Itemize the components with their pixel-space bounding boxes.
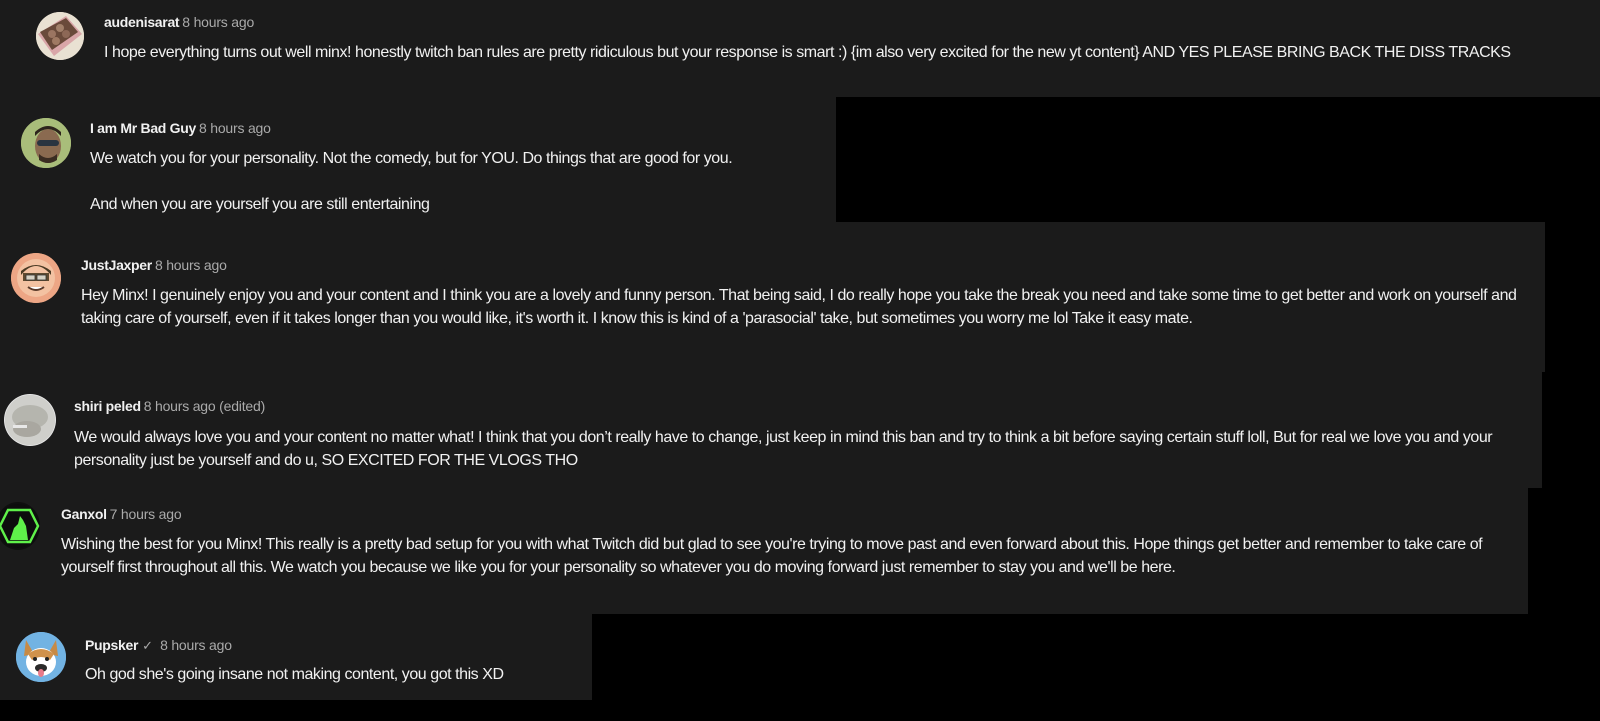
comment-text: We watch you for your personality. Not t… (90, 150, 733, 213)
comment-text: We would always love you and your conten… (74, 429, 1497, 469)
comment-text: I hope everything turns out well minx! h… (104, 44, 1511, 61)
comment-author[interactable]: Ganxol (61, 506, 107, 522)
comment-timestamp[interactable]: 8 hours ago (edited) (144, 398, 266, 414)
comment-text: Wishing the best for you Minx! This real… (61, 536, 1487, 576)
cartoon-face-avatar-icon[interactable] (11, 253, 61, 303)
verified-check-icon: ✓ (142, 638, 154, 653)
corgi-avatar-icon[interactable] (16, 632, 66, 682)
comment-timestamp[interactable]: 7 hours ago (110, 506, 182, 522)
chocolate-box-avatar-icon[interactable] (36, 12, 84, 60)
man-sunglasses-avatar-icon[interactable] (21, 118, 71, 168)
comment-author[interactable]: shiri peled (74, 398, 141, 414)
comment-panel-6 (0, 614, 592, 700)
comment-timestamp[interactable]: 8 hours ago (199, 120, 271, 136)
comment-author[interactable]: audenisarat (104, 14, 180, 30)
blurry-photo-avatar-icon[interactable] (5, 395, 55, 445)
comment-text: Oh god she's going insane not making con… (85, 666, 504, 683)
comment-text: Hey Minx! I genuinely enjoy you and your… (81, 287, 1521, 327)
comment-timestamp[interactable]: 8 hours ago (155, 257, 227, 273)
comment-author[interactable]: Pupsker (85, 637, 138, 653)
comment-timestamp[interactable]: 8 hours ago (160, 637, 232, 653)
comment-author[interactable]: I am Mr Bad Guy (90, 120, 196, 136)
comment-author[interactable]: JustJaxper (81, 257, 152, 273)
comment-timestamp[interactable]: 8 hours ago (182, 14, 254, 30)
